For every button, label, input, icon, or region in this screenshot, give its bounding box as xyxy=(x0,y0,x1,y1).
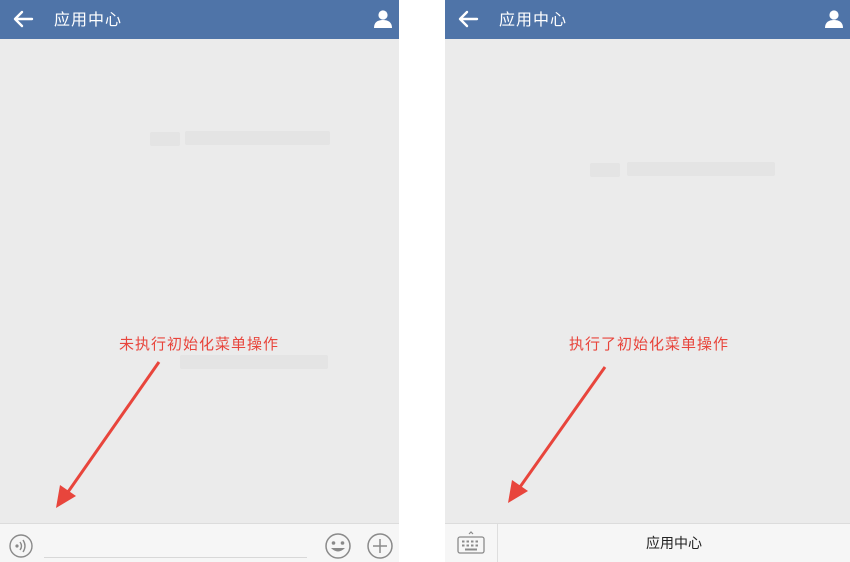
emoji-icon[interactable] xyxy=(321,532,355,560)
left-screen: 应用中心 未执行初始化菜单操作 xyxy=(0,0,399,562)
input-bar xyxy=(0,523,399,562)
right-screen: 应用中心 执行了初始化菜单操作 应用中心 xyxy=(445,0,850,562)
menu-bar: 应用中心 xyxy=(445,523,850,562)
keyboard-toggle-button[interactable] xyxy=(445,524,498,562)
keyboard-icon xyxy=(457,531,485,554)
red-arrow xyxy=(508,366,607,503)
plus-icon[interactable] xyxy=(363,532,397,560)
message-input[interactable] xyxy=(44,557,307,558)
menu-item-app-center[interactable]: 应用中心 xyxy=(498,524,850,562)
voice-icon[interactable] xyxy=(5,534,37,558)
red-arrow xyxy=(56,361,161,508)
